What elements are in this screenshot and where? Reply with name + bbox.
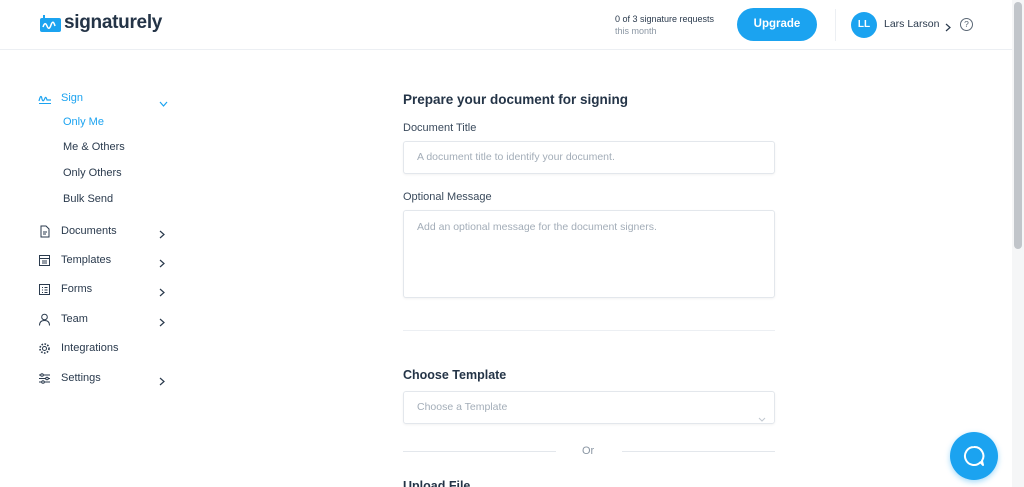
sidebar-item-label: Forms	[61, 283, 93, 295]
sidebar-item-label: Documents	[61, 225, 117, 237]
scrollbar-thumb[interactable]	[1014, 2, 1022, 249]
sliders-icon	[38, 372, 51, 385]
sidebar-item-forms[interactable]: Forms	[38, 281, 92, 297]
chevron-right-icon[interactable]	[159, 226, 165, 244]
sidebar-item-label: Templates	[61, 254, 112, 266]
or-divider-left	[403, 451, 556, 452]
sidebar-item-label: Team	[61, 313, 88, 325]
header-divider	[835, 9, 836, 41]
sidebar-item-documents[interactable]: Documents	[38, 223, 117, 239]
sidebar-item-team[interactable]: Team	[38, 311, 88, 327]
optional-message-textarea[interactable]: Add an optional message for the document…	[403, 210, 775, 298]
requests-count-text: 0 of 3 signature requests	[615, 14, 715, 24]
sidebar-item-settings[interactable]: Settings	[38, 370, 101, 386]
help-icon[interactable]: ?	[960, 18, 973, 31]
upgrade-button[interactable]: Upgrade	[737, 8, 817, 41]
optional-message-label: Optional Message	[403, 191, 492, 203]
brand-name: signaturely	[64, 12, 163, 33]
sidebar-item-label: Sign	[61, 92, 84, 104]
page-title: Prepare your document for signing	[403, 92, 629, 107]
user-name[interactable]: Lars Larson	[884, 18, 939, 30]
gear-icon	[38, 342, 51, 355]
chevron-right-icon[interactable]	[159, 373, 165, 391]
document-title-label: Document Title	[403, 122, 477, 134]
template-select-value: Choose a Template	[417, 401, 508, 413]
template-select[interactable]: Choose a Template	[403, 391, 775, 424]
page-scrollbar[interactable]	[1012, 0, 1024, 487]
sidebar-item-label: Settings	[61, 372, 101, 384]
document-icon	[38, 225, 51, 238]
or-separator-text: Or	[582, 445, 595, 457]
top-header: signaturely 0 of 3 signature requests th…	[0, 0, 1012, 50]
chevron-right-icon[interactable]	[159, 314, 165, 332]
sidebar-subitem-only-me[interactable]: Only Me	[63, 116, 104, 128]
chat-button[interactable]	[950, 432, 998, 480]
chevron-down-icon[interactable]	[159, 94, 168, 112]
brand-logo[interactable]: signaturely	[40, 12, 162, 34]
chevron-right-icon[interactable]	[159, 255, 165, 273]
template-icon	[38, 254, 51, 267]
chevron-down-icon	[758, 404, 766, 435]
requests-period-text: this month	[615, 26, 657, 36]
sidebar-subitem-bulk-send[interactable]: Bulk Send	[63, 193, 113, 205]
form-icon	[38, 283, 51, 296]
chevron-right-icon[interactable]	[945, 19, 951, 37]
sidebar-subitem-only-others[interactable]: Only Others	[63, 167, 122, 179]
user-avatar[interactable]: LL	[851, 12, 877, 38]
sidebar-item-templates[interactable]: Templates	[38, 252, 111, 268]
sidebar-item-label: Integrations	[61, 342, 119, 354]
chat-icon	[963, 445, 985, 472]
sidebar-item-sign[interactable]: Sign	[38, 90, 83, 106]
signature-request-counter: 0 of 3 signature requests this month	[615, 13, 714, 37]
sidebar-subitem-me-and-others[interactable]: Me & Others	[63, 141, 125, 153]
signature-logo-icon	[40, 14, 61, 32]
choose-template-title: Choose Template	[403, 368, 507, 382]
section-divider	[403, 330, 775, 331]
document-title-input[interactable]: A document title to identify your docume…	[403, 141, 775, 174]
signature-icon	[38, 92, 51, 105]
upload-file-title: Upload File	[403, 479, 471, 487]
person-icon	[38, 313, 51, 326]
sidebar: Sign Only Me Me & Others Only Others Bul…	[0, 50, 180, 487]
sidebar-item-integrations[interactable]: Integrations	[38, 340, 118, 356]
or-divider-right	[622, 451, 775, 452]
chevron-right-icon[interactable]	[159, 284, 165, 302]
